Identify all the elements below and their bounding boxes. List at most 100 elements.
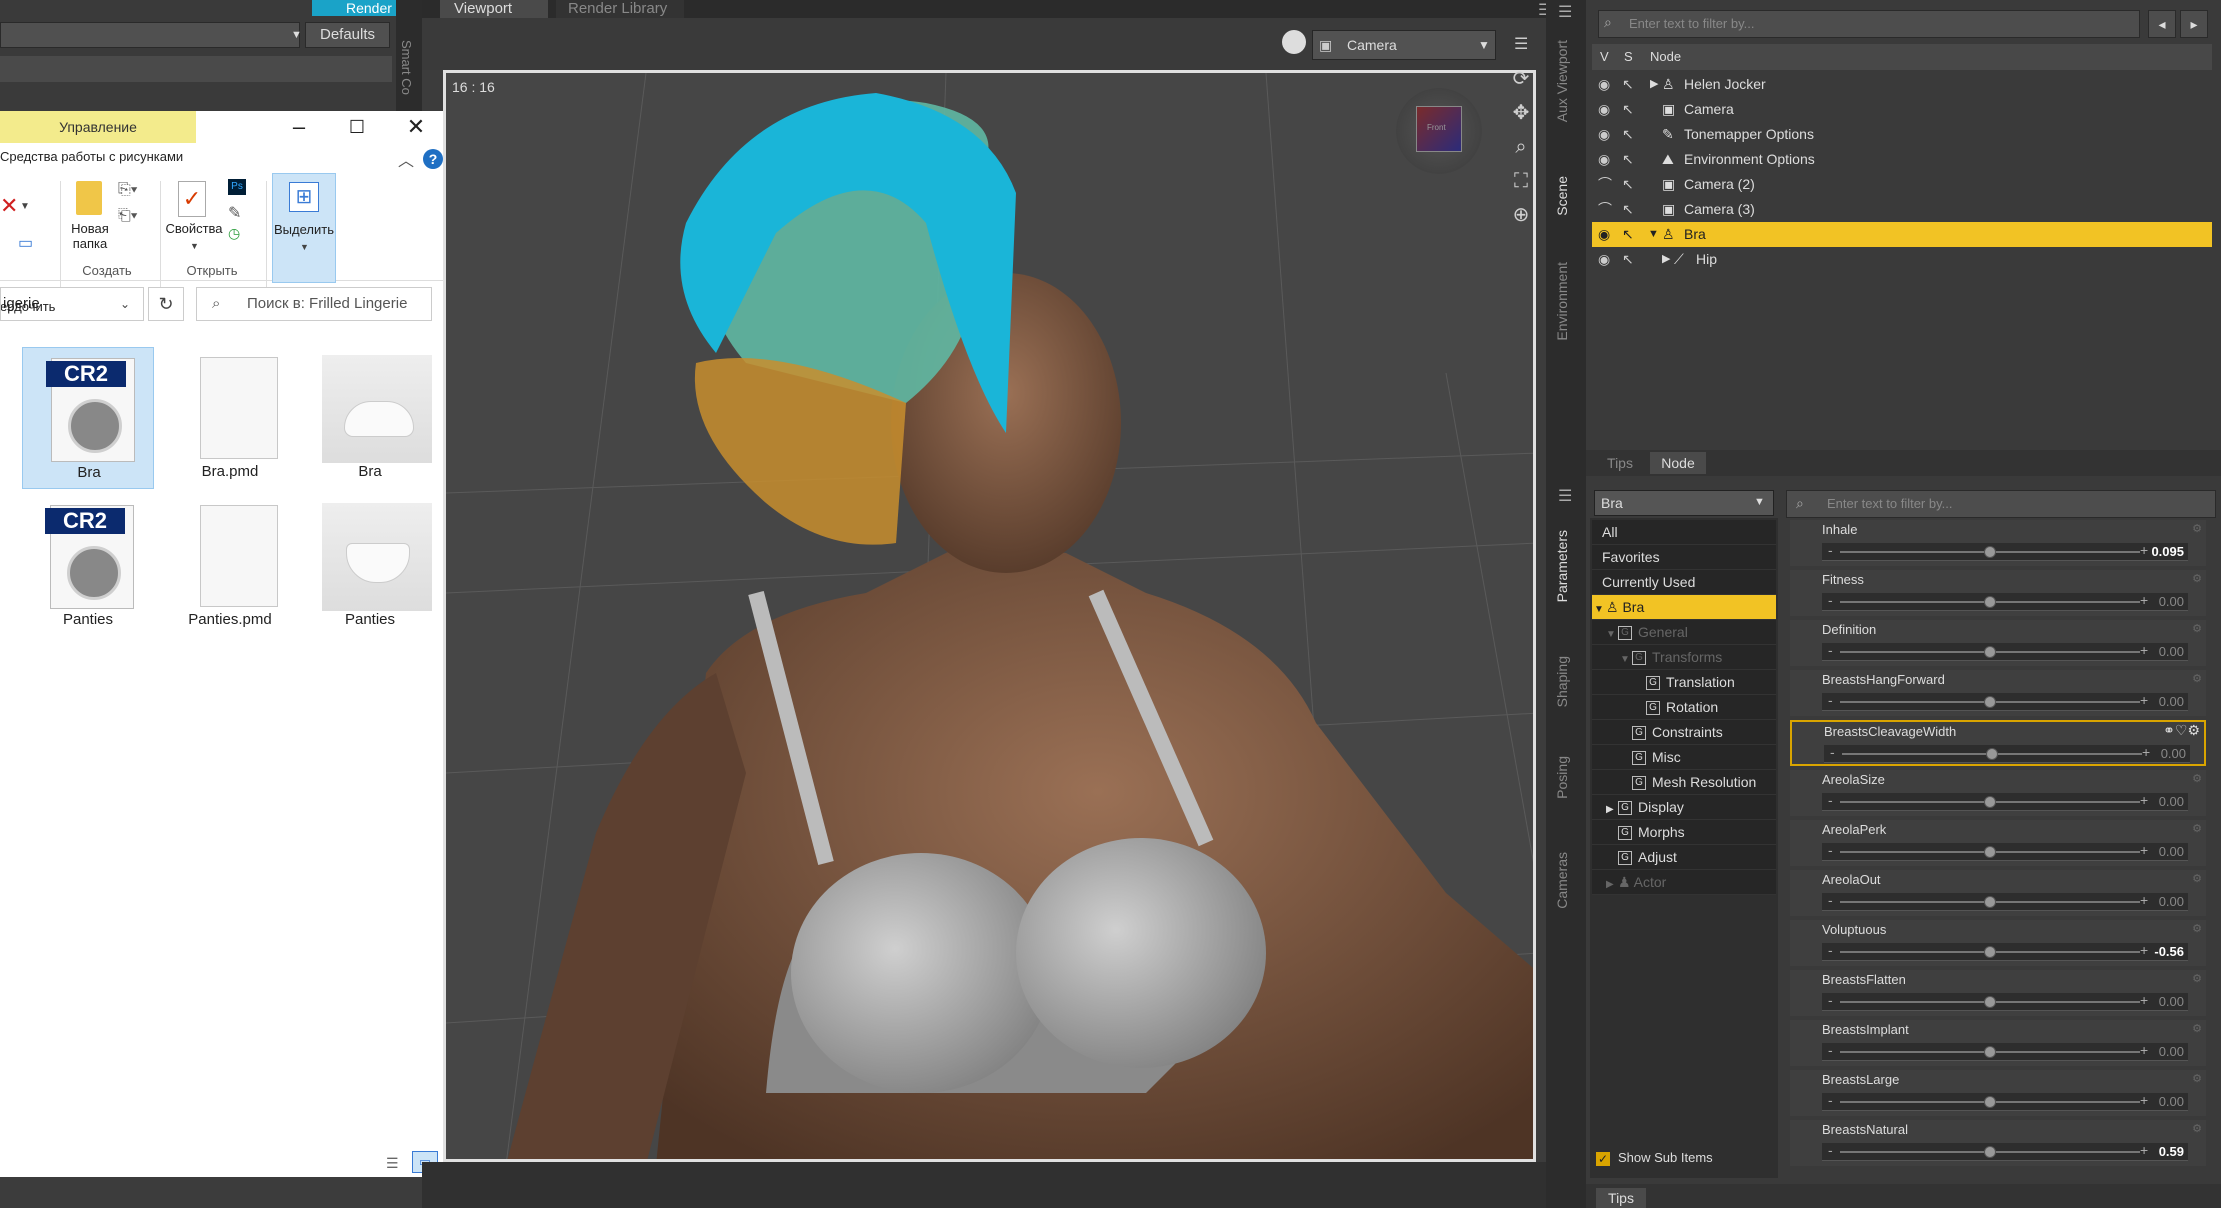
gear-icon[interactable]: ⚙ <box>2192 572 2202 585</box>
expand-arrow-icon[interactable]: ▼ <box>1620 647 1632 672</box>
rename-icon[interactable]: ▭ <box>18 233 33 253</box>
home-view-icon[interactable]: ⊕ <box>1508 202 1534 228</box>
tab-viewport[interactable]: Viewport <box>440 0 548 18</box>
arrow-right-icon[interactable]: ▸ <box>2180 10 2208 38</box>
tree-item[interactable]: G Mesh Resolution <box>1592 770 1776 795</box>
properties-icon[interactable]: ✓ <box>178 181 206 217</box>
preset-dropdown[interactable]: ▼ <box>0 22 302 48</box>
tab-shaping[interactable]: Shaping <box>1554 656 1570 707</box>
slider-value[interactable]: 0.00 <box>2161 746 2186 761</box>
parameter-slider[interactable]: Voluptuous ⚙ - + -0.56 <box>1790 920 2206 966</box>
tree-item[interactable]: ▶ G Display <box>1592 795 1776 820</box>
gear-icon[interactable]: ⚙ <box>2192 822 2202 835</box>
eye-closed-icon[interactable]: ⌒ <box>1598 172 1612 197</box>
refresh-button[interactable]: ↻ <box>148 287 184 321</box>
scene-node-row[interactable]: ◉ ↖ ⛰ Environment Options <box>1592 147 2212 172</box>
expand-arrow-icon[interactable]: ▶ <box>1650 72 1658 97</box>
edit-icon[interactable]: ✎ <box>228 203 241 223</box>
slider-track[interactable]: - +0.095 <box>1822 542 2188 561</box>
tree-item[interactable]: Favorites <box>1592 545 1776 570</box>
slider-knob[interactable] <box>1984 846 1996 858</box>
gear-icon[interactable]: ⚙ <box>2192 772 2202 785</box>
scene-node-row[interactable]: ◉ ↖ ▶ ♙ Helen Jocker <box>1592 72 2212 97</box>
gear-icon[interactable]: ⚙ <box>2192 1122 2202 1135</box>
link-heart-gear-icons[interactable]: ⚭♡⚙ <box>2163 722 2200 739</box>
gear-icon[interactable]: ⚙ <box>2192 872 2202 885</box>
smart-content-tab[interactable]: Smart Co <box>396 0 422 118</box>
tree-item-selected[interactable]: ▼ ♙ Bra <box>1592 595 1776 620</box>
eye-icon[interactable]: ◉ <box>1598 247 1610 272</box>
chevron-up-icon[interactable]: ︿ <box>398 147 414 171</box>
menu-icon[interactable]: ☰ <box>1558 2 1572 22</box>
gear-icon[interactable]: ⚙ <box>2192 672 2202 685</box>
scene-filter-input[interactable]: Enter text to filter by... <box>1598 10 2140 38</box>
camera-select[interactable]: ▣ Camera <box>1312 30 1496 60</box>
maximize-button[interactable]: ☐ <box>333 111 381 143</box>
tree-item[interactable]: ▶ ♟ Actor <box>1592 870 1776 895</box>
file-item[interactable]: Bra <box>304 347 436 489</box>
tree-item[interactable]: G Misc <box>1592 745 1776 770</box>
node-select[interactable]: Bra <box>1594 490 1774 516</box>
slider-track[interactable]: - +0.00 <box>1822 642 2188 661</box>
parameter-slider[interactable]: AreolaSize ⚙ - +0.00 <box>1790 770 2206 816</box>
parameter-slider[interactable]: Fitness ⚙ - +0.00 <box>1790 570 2206 616</box>
tree-item[interactable]: G Rotation <box>1592 695 1776 720</box>
chevron-down-icon[interactable]: ⌄ <box>120 297 130 311</box>
tab-node[interactable]: Node <box>1650 452 1706 474</box>
viewport-canvas[interactable]: 16 : 16 <box>443 70 1536 1162</box>
slider-knob[interactable] <box>1984 1096 1996 1108</box>
orbit-icon[interactable]: ⟳ <box>1508 66 1534 92</box>
slider-value[interactable]: 0.00 <box>2159 644 2184 659</box>
pointer-icon[interactable]: ↖ <box>1622 147 1634 172</box>
eye-icon[interactable]: ◉ <box>1598 222 1610 247</box>
photoshop-icon[interactable]: Ps <box>228 179 246 195</box>
slider-track[interactable]: - +0.00 <box>1822 892 2188 911</box>
ribbon-tab-manage[interactable]: Управление <box>0 111 196 143</box>
expand-arrow-icon[interactable]: ▼ <box>1648 222 1659 247</box>
tab-tips-bottom[interactable]: Tips <box>1596 1188 1646 1208</box>
delete-icon[interactable]: ✕ <box>0 193 18 219</box>
frame-icon[interactable]: ⛶ <box>1508 168 1534 194</box>
tab-environment[interactable]: Environment <box>1554 262 1570 341</box>
expand-arrow-icon[interactable]: ▼ <box>1594 597 1606 622</box>
minimize-button[interactable]: – <box>275 111 323 143</box>
gear-icon[interactable]: ⚙ <box>2192 622 2202 635</box>
menu-icon[interactable]: ☰ <box>1558 486 1572 506</box>
tab-posing[interactable]: Posing <box>1554 756 1570 799</box>
slider-knob[interactable] <box>1984 646 1996 658</box>
tab-scene[interactable]: Scene <box>1554 176 1570 216</box>
file-item[interactable]: Panties <box>304 495 436 637</box>
pointer-icon[interactable]: ↖ <box>1622 97 1634 122</box>
slider-value[interactable]: -0.56 <box>2154 944 2184 959</box>
slider-track[interactable]: - +0.00 <box>1822 842 2188 861</box>
draw-style-icon[interactable] <box>1282 30 1306 54</box>
scene-node-row-selected[interactable]: ◉ ↖ ▼ ♙ Bra <box>1592 222 2212 247</box>
slider-knob[interactable] <box>1984 1046 1996 1058</box>
slider-track[interactable]: - + -0.56 <box>1822 942 2188 961</box>
slider-value[interactable]: 0.00 <box>2159 794 2184 809</box>
view-cube-box[interactable]: Front <box>1416 106 1462 152</box>
slider-knob[interactable] <box>1984 1146 1996 1158</box>
parameter-slider-selected[interactable]: BreastsCleavageWidth ⚭♡⚙ - +0.00 <box>1790 720 2206 766</box>
viewport-menu-icon[interactable]: ☰ <box>1514 34 1528 54</box>
tree-item[interactable]: ▼ G Transforms <box>1592 645 1776 670</box>
slider-track[interactable]: - +0.00 <box>1824 744 2190 763</box>
tree-item[interactable]: G Morphs <box>1592 820 1776 845</box>
parameter-slider[interactable]: AreolaOut ⚙ - +0.00 <box>1790 870 2206 916</box>
parameter-slider[interactable]: BreastsImplant ⚙ - +0.00 <box>1790 1020 2206 1066</box>
eye-icon[interactable]: ◉ <box>1598 122 1610 147</box>
file-item[interactable]: CR2 Panties <box>22 495 154 637</box>
slider-value[interactable]: 0.00 <box>2159 1094 2184 1109</box>
parameter-slider[interactable]: Inhale ⚙ - +0.095 <box>1790 520 2206 566</box>
slider-knob[interactable] <box>1984 946 1996 958</box>
expand-arrow-icon[interactable]: ▼ <box>1606 622 1618 647</box>
select-button[interactable]: ⊞ Выделить ▼ <box>272 173 336 283</box>
gear-icon[interactable]: ⚙ <box>2192 922 2202 935</box>
new-item-icon[interactable]: ⎘▾ <box>118 181 138 199</box>
defaults-button[interactable]: Defaults <box>305 22 390 48</box>
scene-node-row[interactable]: ◉ ↖ ▣ Camera <box>1592 97 2212 122</box>
tab-aux-viewport[interactable]: Aux Viewport <box>1554 40 1570 122</box>
expand-arrow-icon[interactable]: ▶ <box>1606 872 1618 897</box>
show-sub-items-checkbox[interactable]: ✓ <box>1596 1152 1610 1166</box>
tab-cameras[interactable]: Cameras <box>1554 852 1570 909</box>
